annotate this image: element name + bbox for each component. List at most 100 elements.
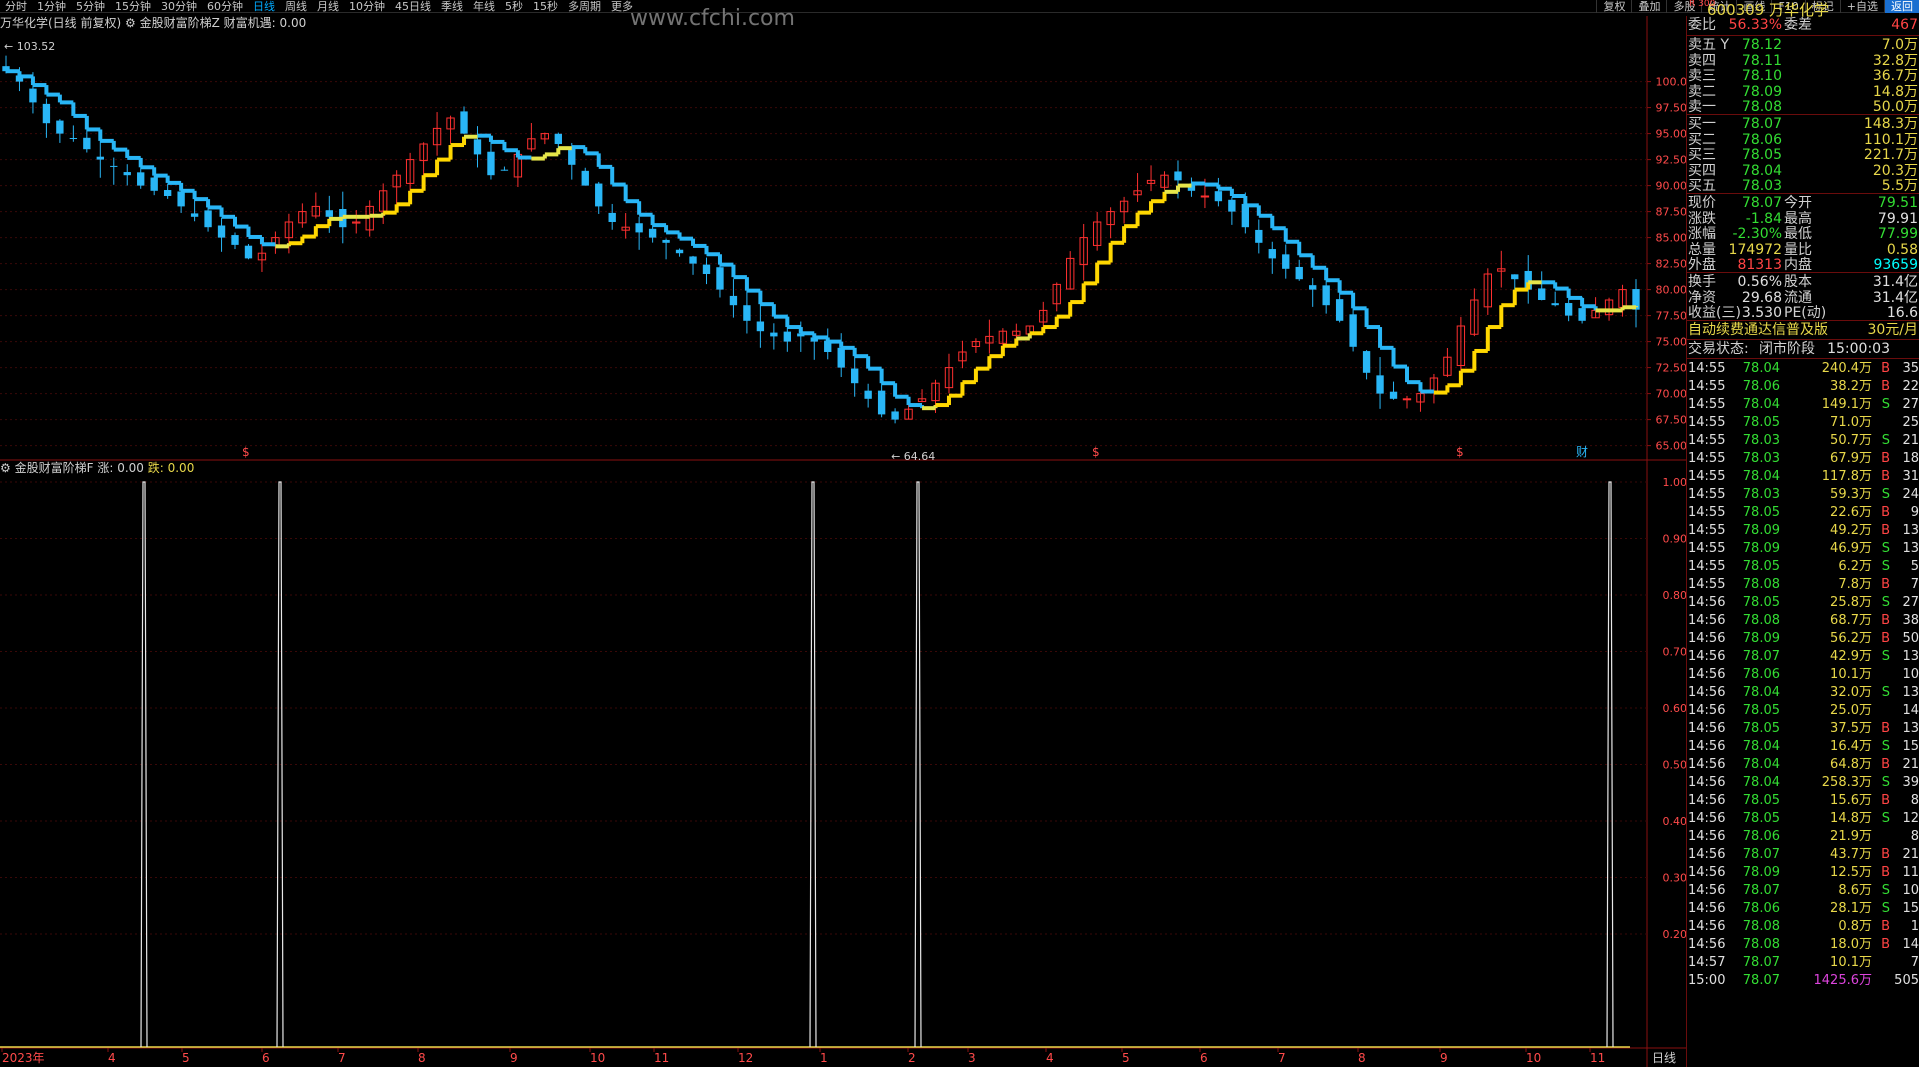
- tick-side: B: [1881, 846, 1890, 862]
- weicha-label: 委差: [1784, 17, 1812, 33]
- candle-body: [244, 245, 253, 259]
- x-tick-label: 9: [510, 1051, 518, 1065]
- tick-side: S: [1881, 648, 1890, 664]
- quote-row: 涨跌 -1.84 最高 79.91: [1687, 210, 1919, 227]
- sub-y-tick-label: 0.60: [1663, 702, 1687, 715]
- tick-volume: 38.2万: [1830, 378, 1872, 394]
- tick-row: 14:55 78.04 149.1万 S 27: [1687, 396, 1919, 414]
- tick-time: 14:56: [1688, 792, 1726, 808]
- tick-side: S: [1881, 774, 1890, 790]
- y-tick-label: 95.00: [1656, 128, 1687, 141]
- tick-volume: 240.4万: [1821, 360, 1872, 376]
- candle-body: [1349, 314, 1357, 347]
- candle-body: [96, 156, 104, 160]
- tick-count: 15: [1902, 900, 1919, 916]
- candle-body: [1241, 203, 1250, 228]
- weibi-label: 委比: [1688, 17, 1716, 33]
- x-tick-label: 9: [1440, 1051, 1448, 1065]
- tick-price: 78.05: [1742, 558, 1780, 574]
- y-tick-label: 75.00: [1656, 336, 1687, 349]
- tick-time: 14:56: [1688, 702, 1726, 718]
- tick-count: 27: [1902, 396, 1919, 412]
- candle-body: [1295, 266, 1303, 280]
- tick-count: 27: [1902, 594, 1919, 610]
- candle-body: [1214, 191, 1223, 202]
- quote-row: 总量 174972 量比 0.58: [1687, 241, 1919, 258]
- tick-count: 35: [1902, 360, 1919, 376]
- x-tick-label: 7: [1278, 1051, 1286, 1065]
- tick-price: 78.06: [1742, 666, 1780, 682]
- tick-price: 78.05: [1742, 792, 1780, 808]
- quote-row: 卖四 78.11 32.8万: [1687, 52, 1919, 69]
- tick-row: 14:55 78.03 59.3万 S 24: [1687, 486, 1919, 504]
- tick-price: 78.06: [1742, 900, 1780, 916]
- tick-row: 14:56 78.07 8.6万 S 10: [1687, 882, 1919, 900]
- tick-row: 14:56 78.04 64.8万 B 21: [1687, 756, 1919, 774]
- candle-body: [1255, 229, 1263, 243]
- sub-y-tick-label: 0.30: [1663, 872, 1687, 885]
- tick-time: 14:55: [1688, 396, 1726, 412]
- candle-body: [1538, 288, 1546, 300]
- tick-side: S: [1881, 684, 1890, 700]
- tick-side: B: [1881, 630, 1890, 646]
- tick-price: 78.07: [1742, 846, 1780, 862]
- tick-row: 14:55 78.05 22.6万 B 9: [1687, 504, 1919, 522]
- tick-volume: 21.9万: [1830, 828, 1872, 844]
- tick-count: 18: [1902, 450, 1919, 466]
- candle-body: [756, 321, 765, 332]
- tick-volume: 149.1万: [1821, 396, 1872, 412]
- tick-price: 78.09: [1742, 540, 1780, 556]
- tick-volume: 25.0万: [1830, 702, 1872, 718]
- y-tick-label: 67.50: [1656, 414, 1687, 427]
- tick-side: B: [1881, 936, 1890, 952]
- tick-row: 14:56 78.05 14.8万 S 12: [1687, 810, 1919, 828]
- candle-body: [1322, 285, 1330, 306]
- y-tick-label: 70.00: [1656, 388, 1687, 401]
- tick-time: 14:55: [1688, 558, 1726, 574]
- tick-price: 78.04: [1742, 684, 1780, 700]
- candle-body: [1402, 398, 1412, 401]
- candle-body: [877, 390, 886, 415]
- tick-count: 39: [1902, 774, 1919, 790]
- tick-count: 7: [1910, 576, 1919, 592]
- tick-count: 14: [1902, 936, 1919, 952]
- tick-count: 8: [1910, 792, 1919, 808]
- y-tick-label: 72.50: [1656, 362, 1687, 375]
- tick-time: 14:56: [1688, 666, 1726, 682]
- x-tick-label: 8: [1358, 1051, 1366, 1065]
- tick-side: B: [1881, 720, 1890, 736]
- bottom-period-tab[interactable]: 日线: [1652, 1051, 1676, 1065]
- tick-count: 505: [1894, 972, 1919, 988]
- marker-label: $: [242, 445, 250, 459]
- tick-side: B: [1881, 360, 1890, 376]
- tick-count: 13: [1902, 522, 1919, 538]
- tick-side: S: [1881, 540, 1890, 556]
- tick-row: 14:55 78.05 71.0万 25: [1687, 414, 1919, 432]
- tick-time: 14:55: [1688, 486, 1726, 502]
- quote-row: 外盘 81313 内盘 93659: [1687, 256, 1919, 273]
- weibi-value: 56.33%: [1728, 17, 1782, 33]
- promo-price: 30元/月: [1867, 321, 1918, 338]
- tick-count: 21: [1902, 756, 1919, 772]
- x-tick-label: 10: [590, 1051, 605, 1065]
- tick-volume: 68.7万: [1830, 612, 1872, 628]
- x-tick-label: 4: [108, 1051, 116, 1065]
- x-tick-label: 2023年: [2, 1051, 45, 1065]
- tick-volume: 56.2万: [1830, 630, 1872, 646]
- tick-price: 78.04: [1742, 396, 1780, 412]
- trade-time: 15:00:03: [1827, 340, 1890, 357]
- y-tick-label: 85.00: [1656, 232, 1687, 245]
- chart-area[interactable]: 100.0 97.50 95.00 92.50 90.00 87.50 85.00 82.50…: [0, 0, 1686, 1067]
- tick-price: 78.05: [1742, 720, 1780, 736]
- candle-body: [460, 111, 468, 134]
- tick-side: S: [1881, 396, 1890, 412]
- quote-row: 卖五 Y 78.12 7.0万: [1687, 36, 1919, 53]
- tick-time: 14:56: [1688, 882, 1726, 898]
- y-tick-label: 77.50: [1656, 310, 1687, 323]
- tick-time: 14:56: [1688, 936, 1726, 952]
- weicha-value: 467: [1891, 17, 1918, 33]
- marker-label: 财: [1576, 445, 1588, 459]
- candle-body: [1362, 351, 1371, 373]
- tick-list[interactable]: 14:55 78.04 240.4万 B 35 14:55 78.06 38.2万 B 22 14:…: [1687, 360, 1919, 990]
- candle-body: [568, 148, 576, 165]
